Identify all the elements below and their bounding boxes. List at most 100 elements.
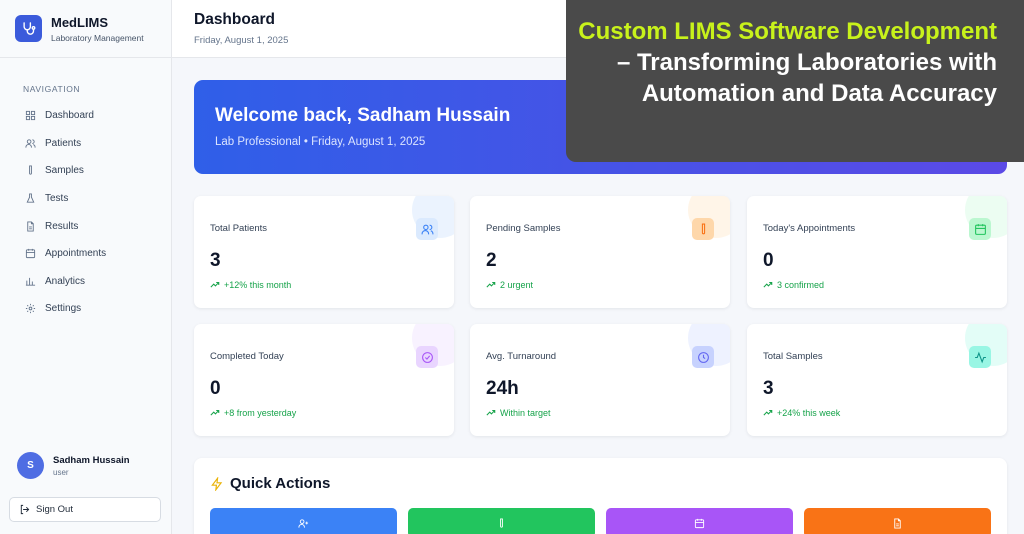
stethoscope-icon	[15, 15, 42, 42]
stat-trend-text: 2 urgent	[500, 280, 534, 290]
lightning-icon	[211, 476, 223, 491]
stat-label: Today's Appointments	[763, 223, 856, 234]
sidebar-item-tests[interactable]: Tests	[0, 185, 171, 213]
quick-actions-label: Quick Actions	[230, 475, 331, 492]
trending-up-icon	[486, 281, 496, 288]
stat-value: 24h	[486, 378, 519, 399]
sidebar-item-label: Appointments	[45, 248, 107, 260]
promo-highlight: Custom LIMS Software Development	[578, 18, 997, 45]
dashboard-icon	[25, 111, 36, 121]
users-icon	[25, 139, 36, 148]
sidebar-item-samples[interactable]: Samples	[0, 157, 171, 185]
calendar-icon	[25, 249, 36, 259]
user-role: user	[53, 467, 69, 477]
trending-up-icon	[486, 409, 496, 416]
calendar-icon	[969, 218, 991, 240]
stat-label: Avg. Turnaround	[486, 351, 557, 362]
stat-label: Pending Samples	[486, 223, 561, 234]
sidebar-item-label: Samples	[45, 165, 84, 177]
user-plus-icon	[298, 519, 309, 528]
sidebar-item-label: Dashboard	[45, 110, 94, 122]
stat-trend-text: +12% this month	[224, 280, 292, 290]
user-name: Sadham Hussain	[53, 454, 130, 466]
users-icon	[416, 218, 438, 240]
promo-rest: – Transforming Laboratories with Automat…	[616, 49, 997, 107]
sidebar-item-dashboard[interactable]: Dashboard	[0, 102, 171, 130]
create-report-button[interactable]	[804, 508, 991, 534]
stat-trend-text: +24% this week	[777, 408, 841, 418]
activity-icon	[969, 346, 991, 368]
welcome-subtitle: Lab Professional • Friday, August 1, 202…	[215, 136, 426, 148]
stat-trend: +8 from yesterday	[210, 408, 296, 418]
logout-icon	[20, 504, 30, 515]
stat-trend-text: +8 from yesterday	[224, 408, 297, 418]
stat-trend: +24% this week	[763, 408, 840, 418]
stat-label: Total Patients	[210, 223, 268, 234]
stat-value: 3	[763, 378, 774, 399]
sidebar-item-appointments[interactable]: Appointments	[0, 240, 171, 268]
stat-card-total-samples[interactable]: Total Samples 3 +24% this week	[747, 324, 1007, 436]
promo-overlay: Custom LIMS Software Development – Trans…	[566, 0, 1024, 162]
sidebar-item-results[interactable]: Results	[0, 212, 171, 240]
sidebar-item-analytics[interactable]: Analytics	[0, 268, 171, 296]
trending-up-icon	[763, 409, 773, 416]
trending-up-icon	[763, 281, 773, 288]
file-icon	[894, 518, 901, 529]
sidebar-item-label: Analytics	[45, 275, 86, 287]
add-sample-button[interactable]	[408, 508, 595, 534]
add-patient-button[interactable]	[210, 508, 397, 534]
page-date: Friday, August 1, 2025	[194, 35, 289, 46]
promo-headline: Custom LIMS Software Development – Trans…	[577, 16, 997, 109]
sidebar-nav: Dashboard Patients Samples Tests Results…	[0, 102, 171, 323]
schedule-appointment-button[interactable]	[606, 508, 793, 534]
stat-value: 0	[763, 250, 774, 271]
sidebar-item-label: Settings	[45, 303, 82, 315]
gear-icon	[25, 304, 36, 314]
stat-label: Total Samples	[763, 351, 823, 362]
brand-subtitle: Laboratory Management	[51, 32, 144, 43]
trending-up-icon	[210, 281, 220, 288]
stat-value: 2	[486, 250, 497, 271]
trending-up-icon	[210, 409, 220, 416]
stat-trend: +12% this month	[210, 280, 291, 290]
bar-chart-icon	[25, 277, 36, 286]
sidebar-item-patients[interactable]: Patients	[0, 130, 171, 158]
brand-name: MedLIMS	[51, 14, 109, 30]
calendar-icon	[694, 518, 705, 529]
sidebar-item-label: Results	[45, 220, 79, 232]
sign-out-button[interactable]: Sign Out	[9, 497, 161, 522]
sign-out-label: Sign Out	[36, 504, 73, 515]
file-icon	[27, 221, 34, 232]
stat-card-todays-appointments[interactable]: Today's Appointments 0 3 confirmed	[747, 196, 1007, 308]
clock-icon	[692, 346, 714, 368]
sidebar: MedLIMS Laboratory Management NAVIGATION…	[0, 0, 172, 534]
stat-label: Completed Today	[210, 351, 284, 362]
stat-trend: Within target	[486, 408, 551, 418]
quick-actions-title: Quick Actions	[210, 475, 330, 492]
stat-card-pending-samples[interactable]: Pending Samples 2 2 urgent	[470, 196, 730, 308]
page-title: Dashboard	[194, 11, 275, 28]
nav-heading: NAVIGATION	[23, 84, 81, 94]
test-tube-icon	[692, 218, 714, 240]
welcome-title: Welcome back, Sadham Hussain	[215, 105, 511, 126]
stat-trend: 2 urgent	[486, 280, 533, 290]
stat-value: 3	[210, 250, 221, 271]
stat-trend-text: Within target	[500, 408, 551, 418]
stat-card-total-patients[interactable]: Total Patients 3 +12% this month	[194, 196, 454, 308]
stat-value: 0	[210, 378, 221, 399]
sidebar-item-label: Patients	[45, 137, 82, 149]
test-tube-icon	[500, 518, 503, 528]
stat-trend-text: 3 confirmed	[777, 280, 825, 290]
brand[interactable]: MedLIMS Laboratory Management	[0, 0, 171, 58]
stat-card-avg-turnaround[interactable]: Avg. Turnaround 24h Within target	[470, 324, 730, 436]
sidebar-item-settings[interactable]: Settings	[0, 295, 171, 323]
user-profile[interactable]: S Sadham Hussain user	[17, 452, 130, 479]
quick-actions-panel: Quick Actions	[194, 458, 1007, 534]
avatar: S	[17, 452, 44, 479]
flask-icon	[26, 193, 35, 203]
test-tube-icon	[29, 165, 32, 176]
stat-trend: 3 confirmed	[763, 280, 824, 290]
stat-card-completed-today[interactable]: Completed Today 0 +8 from yesterday	[194, 324, 454, 436]
check-circle-icon	[416, 346, 438, 368]
sidebar-item-label: Tests	[45, 193, 69, 205]
